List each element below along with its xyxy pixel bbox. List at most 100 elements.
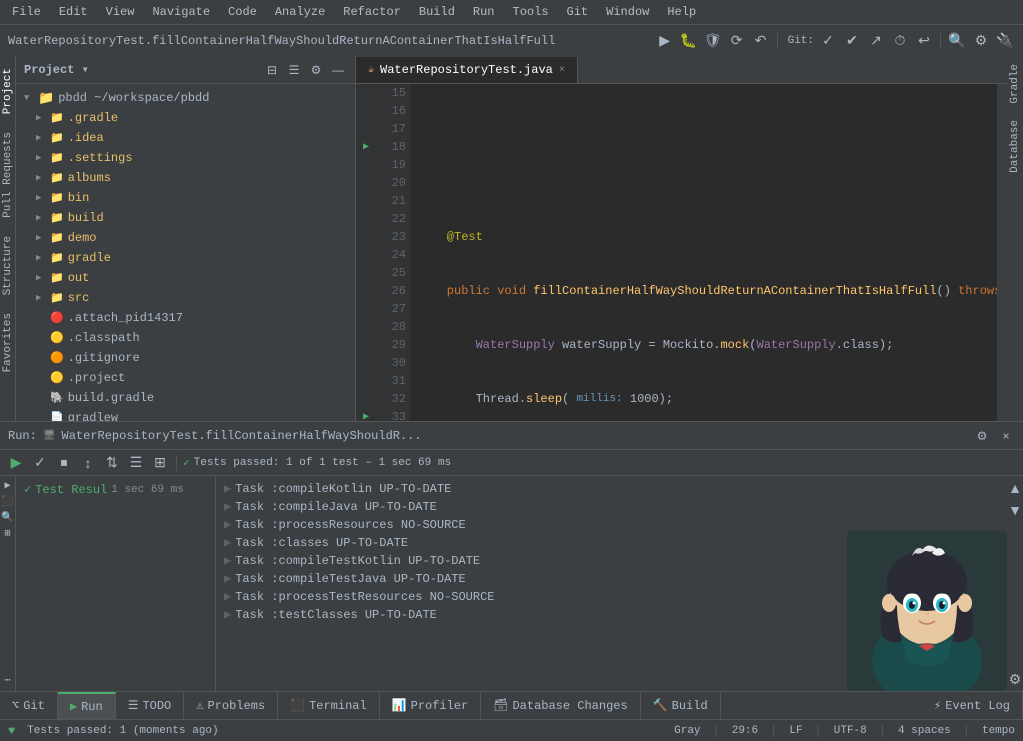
code-content[interactable]: @Test public void fillContainerHalfWaySh… xyxy=(410,84,997,421)
menu-git[interactable]: Git xyxy=(559,3,597,21)
problems-nav-label: Problems xyxy=(208,699,266,713)
run-stop-btn[interactable]: ⏹ xyxy=(54,453,74,473)
run-rerun-btn[interactable]: ✓ xyxy=(30,453,50,473)
run-settings-btn[interactable]: ⚙ xyxy=(973,427,991,445)
tree-item-gradle[interactable]: ▶ 📁 .gradle xyxy=(16,108,355,128)
tree-item-gitignore[interactable]: ▶ 🟠 .gitignore xyxy=(16,348,355,368)
menu-window[interactable]: Window xyxy=(598,3,657,21)
tree-item-bin[interactable]: ▶ 📁 bin xyxy=(16,188,355,208)
menu-build[interactable]: Build xyxy=(411,3,463,21)
run-filter-btn[interactable]: ⊞ xyxy=(150,453,170,473)
tab-favorites[interactable]: Favorites xyxy=(0,305,16,380)
menu-tools[interactable]: Tools xyxy=(505,3,557,21)
console-arrow: ▶ xyxy=(224,516,231,534)
nav-tab-todo[interactable]: ☰ TODO xyxy=(116,692,185,720)
collapse-icon[interactable]: ⬛ xyxy=(1,496,13,508)
tree-item-idea[interactable]: ▶ 📁 .idea xyxy=(16,128,355,148)
nav-tab-problems[interactable]: ⚠ Problems xyxy=(184,692,278,720)
search-button[interactable]: 🔍 xyxy=(947,31,967,51)
diff-icon[interactable]: ⊞ xyxy=(4,528,10,540)
tree-item-buildgradle[interactable]: ▶ 🐘 build.gradle xyxy=(16,388,355,408)
menu-navigate[interactable]: Navigate xyxy=(144,3,218,21)
nav-tab-profiler[interactable]: 📊 Profiler xyxy=(380,692,482,720)
scroll-settings-btn[interactable]: ⚙ xyxy=(1005,669,1023,689)
scroll-up-btn[interactable]: ▲ xyxy=(1005,478,1023,498)
editor-scrollbar[interactable] xyxy=(997,84,1007,421)
project-close-button[interactable]: — xyxy=(329,61,347,79)
tree-item-build[interactable]: ▶ 📁 build xyxy=(16,208,355,228)
item-label: .gradle xyxy=(68,111,118,125)
profile-button[interactable]: ⟳ xyxy=(727,31,747,51)
annotation-test: @Test xyxy=(418,228,483,246)
nav-tab-git[interactable]: ⌥ Git xyxy=(0,692,58,720)
tree-item-gradlew[interactable]: ▶ 📄 gradlew xyxy=(16,408,355,421)
menu-edit[interactable]: Edit xyxy=(51,3,96,21)
run-group-btn[interactable]: ☰ xyxy=(126,453,146,473)
project-settings-button[interactable]: ☰ xyxy=(285,61,303,79)
console-text-3: Task :processResources NO-SOURCE xyxy=(235,516,465,534)
console-arrow: ▶ xyxy=(224,588,231,606)
menu-help[interactable]: Help xyxy=(659,3,704,21)
folder-icon: 📁 xyxy=(50,251,64,265)
collapse-all-button[interactable]: ⊟ xyxy=(263,61,281,79)
right-tab-database[interactable]: Database xyxy=(1007,112,1023,181)
more-icon[interactable]: ⋯ xyxy=(4,675,10,687)
tree-item-attach[interactable]: ▶ 🔴 .attach_pid14317 xyxy=(16,308,355,328)
git-arrow-button[interactable]: ↗ xyxy=(866,31,886,51)
item-label: bin xyxy=(68,191,90,205)
git-check-button[interactable]: ✓ xyxy=(818,31,838,51)
git-undo-button[interactable]: ↩ xyxy=(914,31,934,51)
tree-item-out[interactable]: ▶ 📁 out xyxy=(16,268,355,288)
menu-view[interactable]: View xyxy=(98,3,143,21)
back-button[interactable]: ↶ xyxy=(751,31,771,51)
tab-close-button[interactable]: × xyxy=(559,65,565,76)
run-button[interactable]: ▶ xyxy=(655,31,675,51)
console-output[interactable]: ▶ Task :compileKotlin UP-TO-DATE ▶ Task … xyxy=(216,476,1007,691)
git-tick-button[interactable]: ✔ xyxy=(842,31,862,51)
editor-tab-waterrepotest[interactable]: ☕ WaterRepositoryTest.java × xyxy=(356,57,578,83)
tree-item-albums[interactable]: ▶ 📁 albums xyxy=(16,168,355,188)
run-gutter-32[interactable]: ▶ xyxy=(356,411,376,421)
debug-button[interactable]: 🐛 xyxy=(679,31,699,51)
console-text-4: Task :classes UP-TO-DATE xyxy=(235,534,408,552)
menu-analyze[interactable]: Analyze xyxy=(267,3,333,21)
tree-item-gradle2[interactable]: ▶ 📁 gradle xyxy=(16,248,355,268)
menu-file[interactable]: File xyxy=(4,3,49,21)
run-sort2-btn[interactable]: ⇅ xyxy=(102,453,122,473)
nav-tab-build[interactable]: 🔨 Build xyxy=(641,692,721,720)
nav-tab-terminal[interactable]: ⬛ Terminal xyxy=(278,692,380,720)
tab-project[interactable]: Project xyxy=(0,60,16,122)
right-tab-gradle[interactable]: Gradle xyxy=(1007,56,1023,112)
git-history-button[interactable]: ⏱ xyxy=(890,31,910,51)
expand-icon[interactable]: ▶ xyxy=(4,480,10,492)
build-nav-label: Build xyxy=(672,699,708,713)
tree-item-demo[interactable]: ▶ 📁 demo xyxy=(16,228,355,248)
right-sidebar: Gradle Database xyxy=(1007,56,1023,421)
tree-item-project[interactable]: ▶ 🟡 .project xyxy=(16,368,355,388)
tab-structure[interactable]: Structure xyxy=(0,228,16,303)
settings-button[interactable]: ⚙ xyxy=(971,31,991,51)
menu-run[interactable]: Run xyxy=(465,3,503,21)
filter-icon[interactable]: 🔍 xyxy=(1,512,13,524)
tree-item-settings[interactable]: ▶ 📁 .settings xyxy=(16,148,355,168)
test-result-item[interactable]: ✓ Test Resul 1 sec 69 ms xyxy=(20,480,211,499)
tree-root[interactable]: ▼ 📁 pbdd ~/workspace/pbdd xyxy=(16,88,355,108)
run-close-btn[interactable]: × xyxy=(997,427,1015,445)
run-play-btn[interactable]: ▶ xyxy=(6,453,26,473)
item-label: gradle xyxy=(68,251,111,265)
tab-pull-requests[interactable]: Pull Requests xyxy=(0,124,16,226)
coverage-button[interactable]: 🛡 xyxy=(703,31,723,51)
run-gutter-17[interactable]: ▶ xyxy=(356,141,376,153)
nav-tab-run[interactable]: ▶ Run xyxy=(58,692,116,720)
scroll-down-btn[interactable]: ▼ xyxy=(1005,500,1023,520)
nav-tab-db-changes[interactable]: 🗃 Database Changes xyxy=(481,692,640,720)
nav-tab-eventlog[interactable]: ⚡ Event Log xyxy=(922,692,1023,720)
plugin-button[interactable]: 🔌 xyxy=(995,31,1015,51)
root-icon: 📁 xyxy=(38,91,54,106)
tree-item-classpath[interactable]: ▶ 🟡 .classpath xyxy=(16,328,355,348)
run-sort1-btn[interactable]: ↕ xyxy=(78,453,98,473)
menu-refactor[interactable]: Refactor xyxy=(335,3,409,21)
tree-item-src[interactable]: ▶ 📁 src xyxy=(16,288,355,308)
project-gear-button[interactable]: ⚙ xyxy=(307,61,325,79)
menu-code[interactable]: Code xyxy=(220,3,265,21)
